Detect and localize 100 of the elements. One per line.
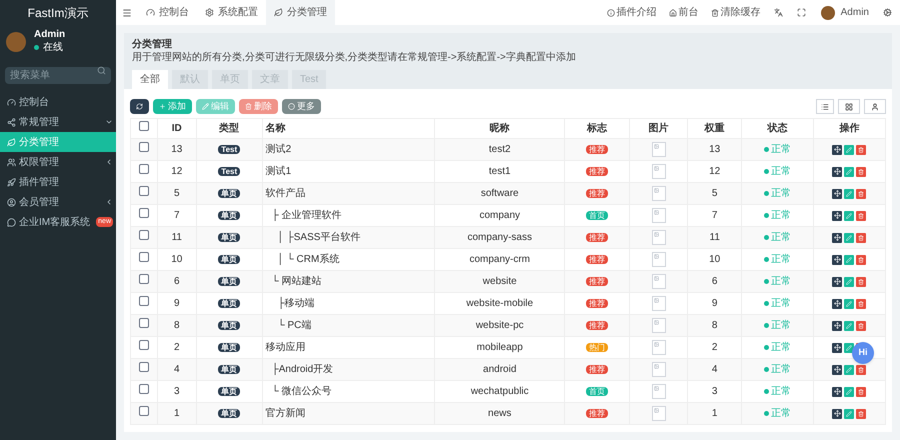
sidebar-item[interactable]: 常规管理	[0, 112, 116, 132]
drag-button[interactable]	[832, 408, 842, 418]
table-cell: │ └ CRM系统	[278, 254, 340, 265]
flag-badge: 推荐	[586, 145, 608, 154]
drag-button[interactable]	[832, 254, 842, 264]
delete-button[interactable]	[856, 364, 866, 374]
top-link[interactable]: 插件介绍	[600, 5, 663, 20]
move-icon	[834, 278, 841, 285]
table-cell: 官方新闻	[266, 408, 306, 419]
sidebar-item[interactable]: 权限管理	[0, 152, 116, 172]
info-icon	[606, 8, 615, 16]
more-button[interactable]: 更多	[282, 99, 321, 114]
checkbox[interactable]	[138, 296, 149, 306]
delete-button[interactable]	[856, 408, 866, 418]
flag-badge: 推荐	[586, 277, 608, 286]
checkbox[interactable]	[138, 384, 149, 394]
nav-tab[interactable]: 控制台	[138, 0, 197, 25]
delete-button[interactable]	[856, 144, 866, 154]
drag-button[interactable]	[832, 298, 842, 308]
search-icon	[97, 66, 106, 75]
type-badge: 单页	[218, 211, 240, 220]
status-label: 正常	[764, 274, 791, 289]
trash-icon	[710, 8, 719, 16]
flag-badge: 首页	[586, 387, 608, 396]
checkbox[interactable]	[138, 362, 149, 372]
checkbox[interactable]	[138, 121, 149, 131]
drag-button[interactable]	[832, 276, 842, 286]
pencil-icon	[846, 146, 852, 152]
drag-button[interactable]	[832, 364, 842, 374]
delete-button[interactable]	[856, 276, 866, 286]
checkbox[interactable]	[138, 164, 149, 174]
delete-button[interactable]	[856, 320, 866, 330]
export-button[interactable]	[864, 99, 886, 114]
type-badge: 单页	[218, 277, 240, 286]
avatar	[820, 6, 835, 20]
filter-tab[interactable]: 全部	[132, 70, 168, 89]
drag-button[interactable]	[832, 210, 842, 220]
drag-button[interactable]	[832, 320, 842, 330]
broken-image-icon	[652, 296, 666, 311]
broken-image-icon	[652, 318, 666, 333]
move-icon	[834, 322, 841, 329]
search-field[interactable]: 搜索菜单	[5, 67, 111, 84]
type-badge: 单页	[218, 387, 240, 396]
list-view-button[interactable]	[816, 99, 834, 114]
drag-button[interactable]	[832, 342, 842, 352]
delete-button[interactable]	[856, 166, 866, 176]
user-name[interactable]: Admin	[834, 5, 875, 20]
translate-icon[interactable]	[774, 8, 783, 17]
sidebar-item[interactable]: 控制台	[0, 92, 116, 112]
delete-button[interactable]	[856, 232, 866, 242]
checkbox[interactable]	[138, 208, 149, 218]
refresh-button[interactable]	[130, 99, 149, 114]
type-badge: 单页	[218, 365, 240, 374]
checkbox[interactable]	[138, 318, 149, 328]
flag-badge: 推荐	[586, 255, 608, 264]
top-link[interactable]: 清除缓存	[704, 5, 767, 20]
checkbox[interactable]	[138, 186, 149, 196]
flag-badge: 推荐	[586, 365, 608, 374]
rocket-icon	[7, 178, 16, 186]
move-icon	[834, 300, 841, 307]
gauge-icon	[146, 8, 155, 17]
drag-button[interactable]	[832, 166, 842, 176]
columns-button[interactable]	[838, 99, 860, 114]
trash-icon	[858, 256, 864, 262]
menu-icon[interactable]	[122, 8, 132, 18]
users-icon	[7, 158, 16, 166]
checkbox[interactable]	[138, 274, 149, 284]
checkbox[interactable]	[138, 252, 149, 262]
type-badge: 单页	[218, 233, 240, 242]
broken-image-icon	[652, 252, 666, 267]
trash-icon	[858, 212, 864, 218]
trash-icon	[858, 300, 864, 306]
status-label: 正常	[764, 318, 791, 333]
delete-button[interactable]	[856, 386, 866, 396]
checkbox[interactable]	[138, 142, 149, 152]
broken-image-icon	[652, 274, 666, 289]
top-link[interactable]: 前台	[662, 5, 705, 20]
checkbox[interactable]	[138, 406, 149, 416]
sidebar-item[interactable]: 插件管理	[0, 172, 116, 192]
broken-image-icon	[652, 186, 666, 201]
status-label: 正常	[764, 384, 791, 399]
drag-button[interactable]	[832, 188, 842, 198]
drag-button[interactable]	[832, 232, 842, 242]
fullscreen-icon[interactable]	[796, 8, 806, 17]
nav-tab[interactable]: 分类管理	[266, 0, 335, 25]
checkbox[interactable]	[138, 230, 149, 240]
pencil-icon	[846, 278, 852, 284]
sidebar-item[interactable]: 会员管理	[0, 192, 116, 212]
delete-button[interactable]	[856, 210, 866, 220]
settings-icon[interactable]	[883, 8, 892, 17]
checkbox[interactable]	[138, 340, 149, 350]
drag-button[interactable]	[832, 144, 842, 154]
trash-icon	[858, 366, 864, 372]
nav-tab[interactable]: 系统配置	[197, 0, 266, 25]
delete-button[interactable]	[856, 298, 866, 308]
move-icon	[834, 366, 841, 373]
delete-button[interactable]	[856, 254, 866, 264]
delete-button[interactable]	[856, 188, 866, 198]
drag-button[interactable]	[832, 386, 842, 396]
user-name: Admin	[34, 29, 66, 42]
